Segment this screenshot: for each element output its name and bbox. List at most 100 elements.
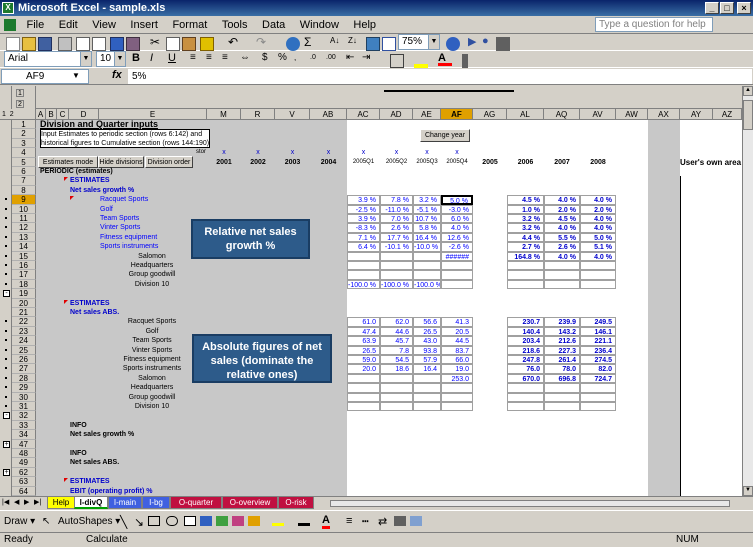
tab-prev-icon[interactable]: ◀ <box>14 498 19 506</box>
growth-ad-16[interactable] <box>380 261 413 271</box>
column-header-al[interactable]: AL <box>507 109 544 120</box>
growth-ac-10[interactable]: -2.5 % <box>347 204 380 214</box>
growth-aq-16[interactable] <box>544 261 580 271</box>
abs-ae-31[interactable] <box>413 402 441 412</box>
outline-level-2-button[interactable]: 2 <box>16 100 24 108</box>
column-header-az[interactable]: AZ <box>713 109 742 120</box>
abs-ac-27[interactable]: 20.0 <box>347 364 380 374</box>
growth-al-18[interactable] <box>507 279 544 290</box>
menu-format[interactable]: Format <box>166 16 213 34</box>
growth-ae-10[interactable]: -5.1 % <box>413 204 441 214</box>
line-color-icon[interactable] <box>298 516 310 526</box>
abs-al-31[interactable] <box>507 402 544 412</box>
abs-aq-27[interactable]: 78.0 <box>544 364 580 374</box>
tab-o-overview[interactable]: O-overview <box>222 497 278 509</box>
menu-data[interactable]: Data <box>256 16 291 34</box>
abs-al-30[interactable] <box>507 392 544 402</box>
text-box-icon[interactable] <box>184 516 196 526</box>
growth-al-11[interactable]: 3.2 % <box>507 214 544 224</box>
abs-av-23[interactable]: 146.1 <box>580 326 616 337</box>
italic-icon[interactable]: I <box>150 52 164 66</box>
select-objects-icon[interactable]: ↖ <box>42 516 50 527</box>
growth-aq-12[interactable]: 4.0 % <box>544 223 580 233</box>
tab-first-icon[interactable]: |◀ <box>2 498 9 506</box>
abs-af-26[interactable]: 66.0 <box>441 355 473 365</box>
redo-icon[interactable]: ↷ <box>256 35 270 49</box>
autoshapes-menu[interactable]: AutoShapes ▾ <box>58 516 120 527</box>
abs-ad-31[interactable] <box>380 402 413 412</box>
growth-af-15[interactable]: ###### <box>441 251 473 261</box>
estimates-mode-button[interactable]: Estimates mode <box>38 155 98 168</box>
excel-app-icon[interactable]: X <box>2 2 14 14</box>
comma-style-icon[interactable]: , <box>294 53 308 67</box>
help-icon[interactable] <box>446 37 460 51</box>
abs-av-29[interactable] <box>580 383 616 393</box>
font-size-select[interactable]: 10 ▼ <box>96 51 126 67</box>
worksheet-grid[interactable]: 1 2 1 2 A B C D E M R V AB AC AD AE AF AG AL AQ AV AW AX AY… <box>0 86 742 496</box>
abs-ae-25[interactable]: 93.8 <box>413 345 441 355</box>
abs-al-23[interactable]: 140.4 <box>507 326 544 337</box>
tab-o-quarter[interactable]: O-quarter <box>170 497 222 509</box>
document-icon[interactable] <box>4 19 16 31</box>
growth-aq-15[interactable]: 4.0 % <box>544 251 580 261</box>
abs-ae-30[interactable] <box>413 392 441 402</box>
bold-icon[interactable]: B <box>132 52 146 66</box>
maximize-button[interactable]: □ <box>720 2 734 14</box>
column-header-aw[interactable]: AW <box>616 109 648 120</box>
open-icon[interactable] <box>22 37 36 51</box>
autosum-icon[interactable]: Σ <box>304 35 318 49</box>
borders-icon[interactable] <box>390 54 404 68</box>
abs-ae-28[interactable] <box>413 373 441 384</box>
abs-ae-27[interactable]: 16.4 <box>413 364 441 374</box>
growth-al-10[interactable]: 1.0 % <box>507 204 544 214</box>
abs-aq-25[interactable]: 227.3 <box>544 345 580 355</box>
outline-level-1-button[interactable]: 1 <box>16 89 24 97</box>
menu-edit[interactable]: Edit <box>53 16 84 34</box>
growth-av-9[interactable]: 4.0 % <box>580 195 616 205</box>
permission-icon[interactable] <box>58 37 72 51</box>
abs-av-24[interactable]: 221.1 <box>580 336 616 346</box>
abs-aq-31[interactable] <box>544 402 580 412</box>
abs-ad-27[interactable]: 18.6 <box>380 364 413 374</box>
column-header-m[interactable]: M <box>207 109 241 120</box>
spelling-icon[interactable] <box>110 37 124 51</box>
abs-ac-29[interactable] <box>347 383 380 393</box>
save-icon[interactable] <box>38 37 52 51</box>
growth-al-9[interactable]: 4.5 % <box>507 195 544 205</box>
abs-ac-23[interactable]: 47.4 <box>347 326 380 337</box>
tab-i-bg[interactable]: I-bg <box>142 497 170 509</box>
tab-next-icon[interactable]: ▶ <box>24 498 29 506</box>
growth-av-12[interactable]: 4.0 % <box>580 223 616 233</box>
column-header-c[interactable]: C <box>57 109 69 120</box>
dash-style-icon[interactable]: ┅ <box>362 515 369 528</box>
abs-af-30[interactable] <box>441 392 473 402</box>
growth-af-10[interactable]: -3.0 % <box>441 204 473 214</box>
abs-aq-30[interactable] <box>544 392 580 402</box>
tab-last-icon[interactable]: ▶| <box>34 498 41 506</box>
column-header-aq[interactable]: AQ <box>544 109 580 120</box>
growth-ac-17[interactable] <box>347 270 380 280</box>
abs-af-28[interactable]: 253.0 <box>441 373 473 384</box>
column-header-b[interactable]: B <box>46 109 57 120</box>
zoom-select[interactable]: 75% ▼ <box>398 34 440 50</box>
abs-av-26[interactable]: 274.5 <box>580 355 616 365</box>
growth-ac-16[interactable] <box>347 261 380 271</box>
scroll-up-button[interactable]: ▲ <box>743 86 753 96</box>
print-icon[interactable] <box>76 37 90 51</box>
menu-help[interactable]: Help <box>347 16 382 34</box>
abs-ac-24[interactable]: 63.9 <box>347 336 380 346</box>
abs-aq-29[interactable] <box>544 383 580 393</box>
growth-af-13[interactable]: 12.6 % <box>441 232 473 243</box>
line-style-icon[interactable]: ≡ <box>346 515 352 527</box>
growth-aq-9[interactable]: 4.0 % <box>544 195 580 205</box>
abs-ad-23[interactable]: 44.6 <box>380 326 413 337</box>
tab-o-risk[interactable]: O-risk <box>278 497 314 509</box>
growth-af-14[interactable]: -2.6 % <box>441 242 473 252</box>
ask-question-input[interactable]: Type a question for help <box>595 17 713 32</box>
fill-color-icon[interactable] <box>272 516 284 526</box>
growth-al-14[interactable]: 2.7 % <box>507 242 544 252</box>
undo-icon[interactable]: ↶ <box>228 35 242 49</box>
abs-aq-26[interactable]: 261.4 <box>544 355 580 365</box>
growth-ad-14[interactable]: -10.1 % <box>380 242 413 252</box>
arrow-icon[interactable]: ↘ <box>134 515 144 529</box>
